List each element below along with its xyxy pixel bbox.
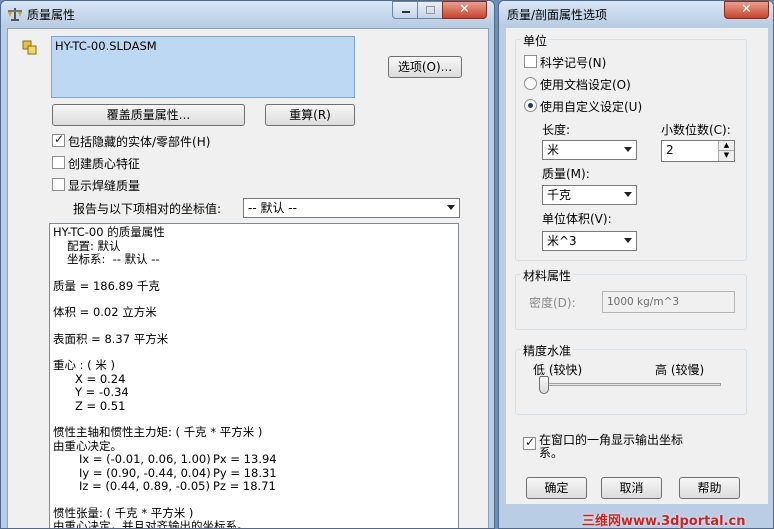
material-group-title: 材料属性 <box>521 267 574 284</box>
use-doc-label: 使用文档设定(O) <box>540 78 631 92</box>
density-value: 1000 kg/m^3 <box>607 296 680 308</box>
create-cm-checkbox[interactable] <box>52 156 65 169</box>
high-label: 高 (较慢) <box>655 363 705 377</box>
accuracy-slider-thumb[interactable] <box>539 376 549 394</box>
assembly-icon <box>22 40 37 55</box>
chevron-down-icon <box>624 192 632 197</box>
show-weld-checkbox[interactable] <box>52 178 65 191</box>
options-window-title: 质量/剖面属性选项 <box>507 8 608 22</box>
override-mass-button[interactable]: 覆盖质量属性... <box>52 104 245 126</box>
accuracy-group-title: 精度水准 <box>521 342 574 359</box>
show-coord-label-2: 系。 <box>539 446 564 460</box>
chevron-down-icon <box>447 205 455 210</box>
report-area: 表面积 = 8.37 平方米 <box>53 331 169 346</box>
length-label: 长度: <box>542 123 571 137</box>
accuracy-slider-track[interactable] <box>539 383 721 386</box>
report-pz: Pz = 18.71 <box>213 479 276 493</box>
cancel-button[interactable]: 取消 <box>601 477 662 499</box>
density-label: 密度(D): <box>529 296 576 310</box>
report-iy: Iy = (0.90, -0.44, 0.04) <box>79 465 211 480</box>
report-mass: 质量 = 186.89 千克 <box>53 278 160 293</box>
report-title: HY-TC-00 的质量属性 <box>53 225 165 239</box>
report-tensor-title: 惯性张量: ( 千克 * 平方米 ) <box>53 505 194 520</box>
include-hidden-label: 包括隐藏的实体/零部件(H) <box>68 135 211 149</box>
chevron-down-icon <box>624 147 632 152</box>
decimals-spinner[interactable]: 2 ▲ ▼ <box>661 140 735 162</box>
coord-system-value: -- 默认 -- <box>248 201 297 215</box>
scale-icon <box>8 8 22 21</box>
options-button[interactable]: 选项(O)... <box>388 56 462 78</box>
chevron-down-icon <box>624 238 632 243</box>
report-cx: X = 0.24 <box>75 371 126 386</box>
sci-notation-checkbox[interactable] <box>524 55 537 68</box>
use-doc-radio[interactable] <box>524 77 537 90</box>
mass-report-text[interactable]: HY-TC-00 的质量属性 配置: 默认 坐标系: -- 默认 -- 质量 = 18… <box>49 223 459 529</box>
show-coord-checkbox[interactable] <box>523 435 536 450</box>
length-value: 米 <box>547 143 560 157</box>
use-custom-label: 使用自定义设定(U) <box>540 100 643 114</box>
close-icon: ✕ <box>741 2 752 17</box>
watermark: 三维网www.3dportal.cn <box>582 514 746 529</box>
close-button[interactable]: ✕ <box>442 1 487 19</box>
report-tensor-sub: 由重心决定，并且对齐输出的坐标系。 <box>53 519 249 529</box>
mass-value: 千克 <box>547 188 572 202</box>
volume-label: 单位体积(V): <box>542 212 612 226</box>
help-button[interactable]: 帮助 <box>679 477 740 499</box>
report-volume: 体积 = 0.02 立方米 <box>53 305 157 319</box>
volume-select[interactable]: 米^3 <box>542 231 637 251</box>
units-group-title: 单位 <box>521 32 550 49</box>
report-axes-title: 惯性主轴和惯性主力矩: ( 千克 * 平方米 ) <box>53 425 263 439</box>
create-cm-label: 创建质心特征 <box>68 157 141 171</box>
report-cy: Y = -0.34 <box>75 385 129 399</box>
mass-options-window: 质量/剖面属性选项 ✕ 单位 科学记号(N) 使用文档设定(O) 使用自定义设定… <box>498 0 774 529</box>
report-ix: Ix = (-0.01, 0.06, 1.00) <box>79 452 211 466</box>
length-select[interactable]: 米 <box>542 140 637 160</box>
volume-value: 米^3 <box>547 234 577 248</box>
report-px: Px = 13.94 <box>213 452 277 466</box>
close-icon: ✕ <box>459 2 470 17</box>
report-iz: Iz = (0.44, 0.89, -0.05) <box>79 479 210 493</box>
density-field[interactable]: 1000 kg/m^3 <box>602 291 735 313</box>
sci-notation-label: 科学记号(N) <box>540 56 607 70</box>
report-coord: 坐标系: -- 默认 -- <box>67 252 160 266</box>
report-config: 配置: 默认 <box>67 238 121 253</box>
decimals-label: 小数位数(C): <box>661 123 731 137</box>
options-close-button[interactable]: ✕ <box>724 1 769 19</box>
window-title: 质量属性 <box>27 8 76 22</box>
use-custom-radio[interactable] <box>524 99 537 112</box>
coord-label: 报告与以下项相对的坐标值: <box>73 202 222 216</box>
recalculate-button[interactable]: 重算(R) <box>265 104 355 126</box>
selection-list[interactable]: HY-TC-00.SLDASM <box>51 36 355 98</box>
coord-system-select[interactable]: -- 默认 -- <box>243 198 460 218</box>
report-cm-title: 重心 : ( 米 ) <box>53 358 115 372</box>
decimals-value: 2 <box>666 143 674 157</box>
include-hidden-checkbox[interactable] <box>52 132 65 147</box>
spin-down-button[interactable]: ▼ <box>718 151 734 161</box>
report-axes-sub: 由重心决定。 <box>53 438 122 453</box>
mass-label: 质量(M): <box>542 167 590 181</box>
show-weld-label: 显示焊缝质量 <box>68 179 141 193</box>
ok-button[interactable]: 确定 <box>526 477 587 499</box>
mass-properties-window: 质量属性 ✕ HY-TC-00.SLDASM 选项(O)... 覆盖质量属性..… <box>0 0 495 529</box>
report-py: Py = 18.31 <box>213 465 277 480</box>
spin-up-button[interactable]: ▲ <box>718 141 734 151</box>
report-cz: Z = 0.51 <box>75 398 126 413</box>
maximize-button[interactable] <box>417 1 443 19</box>
mass-select[interactable]: 千克 <box>542 185 637 205</box>
minimize-button[interactable] <box>392 1 418 19</box>
selected-file: HY-TC-00.SLDASM <box>55 39 157 53</box>
